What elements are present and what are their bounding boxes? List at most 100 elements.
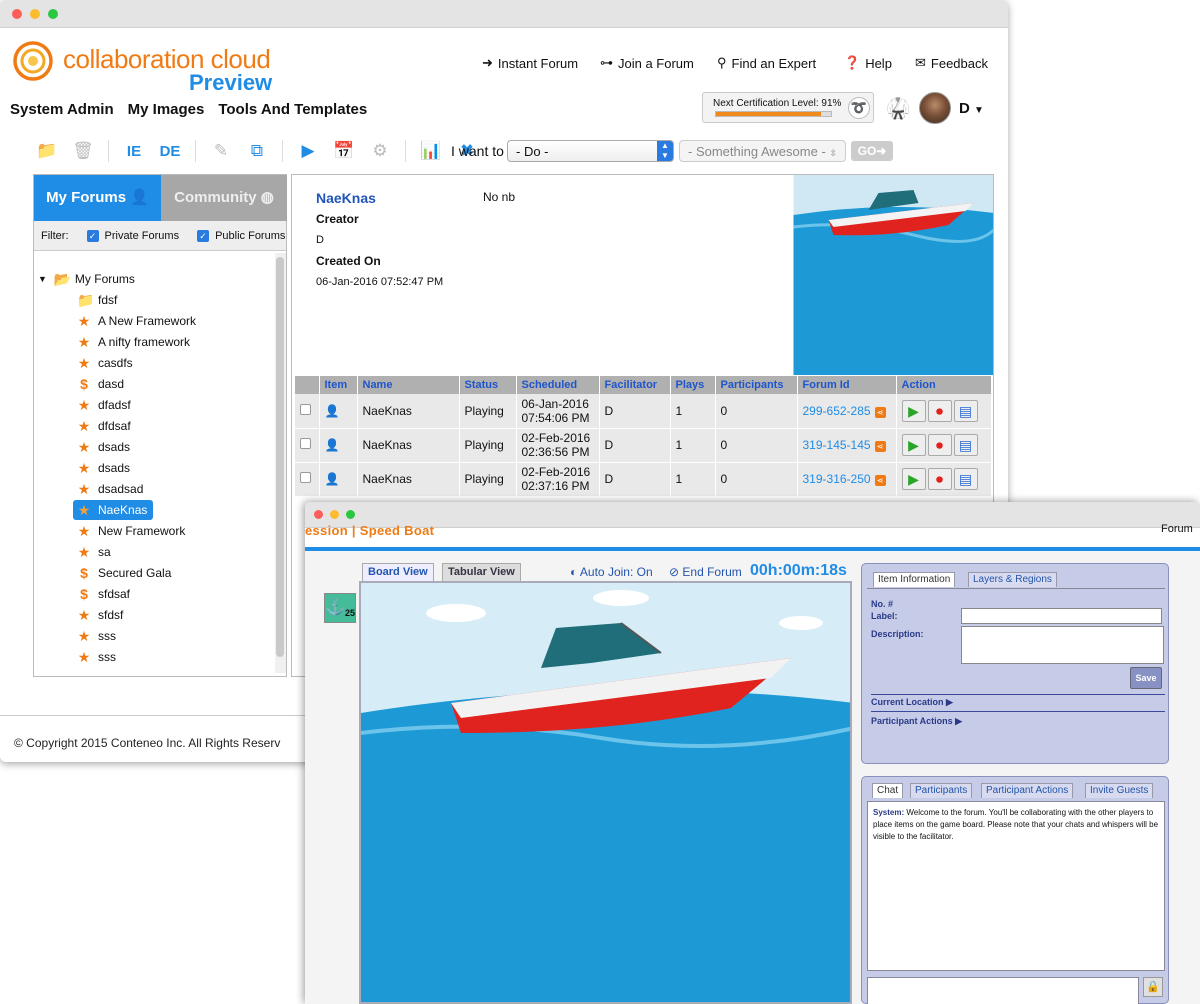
go-button[interactable]: GO➜	[851, 141, 893, 161]
schedule-icon[interactable]: ⚙	[369, 141, 391, 161]
forum-title[interactable]: NaeKnas	[316, 190, 376, 206]
tree-item[interactable]: 📁 fdsf	[77, 290, 117, 310]
stop-button[interactable]: ⏺	[927, 468, 952, 490]
nav-my-images[interactable]: My Images	[128, 101, 205, 118]
row-forum-id[interactable]: 319-145-145	[803, 438, 871, 452]
play-button[interactable]: ▶	[901, 468, 926, 490]
row-forum-id[interactable]: 299-652-285	[803, 404, 871, 418]
tree-item[interactable]: ★ New Framework	[77, 521, 186, 541]
tab-tabular-view[interactable]: Tabular View	[442, 563, 521, 581]
de-icon[interactable]: DE	[159, 143, 181, 160]
tab-chat[interactable]: Chat	[872, 783, 904, 798]
tree-item[interactable]: ★ A nifty framework	[77, 332, 190, 352]
minimize-window-button[interactable]	[330, 510, 339, 519]
col-scheduled[interactable]: Scheduled	[516, 376, 600, 394]
tab-invite-guests[interactable]: Invite Guests	[1085, 783, 1154, 798]
something-select[interactable]: - Something Awesome - ⇳	[679, 140, 846, 162]
tab-board-view[interactable]: Board View	[362, 563, 434, 581]
feedback-link[interactable]: ✉ Feedback	[915, 55, 988, 71]
nav-system-admin[interactable]: System Admin	[10, 101, 114, 118]
anchor-item-button[interactable]: ⚓25	[324, 593, 356, 623]
tree-item[interactable]: ★ A New Framework	[77, 311, 196, 331]
bar-chart-icon[interactable]: 📊	[420, 141, 442, 161]
chat-input[interactable]	[867, 977, 1139, 1004]
table-row[interactable]: 👤 NaeKnas Playing 06-Jan-2016 07:54:06 PM D 1 0…	[295, 394, 992, 429]
tab-community[interactable]: Community ◍	[161, 175, 287, 221]
play-icon[interactable]: ▶	[297, 141, 319, 161]
col-action[interactable]: Action	[896, 376, 992, 394]
share-icon[interactable]: ⋖	[874, 406, 886, 418]
pencil-icon[interactable]: ✎	[210, 141, 232, 161]
tab-participant-actions[interactable]: Participant Actions	[981, 783, 1074, 798]
col-status[interactable]: Status	[459, 376, 517, 394]
tree-item[interactable]: ★ sss	[77, 626, 116, 646]
board-button[interactable]: ▤	[953, 468, 978, 490]
tree-item[interactable]: $ Secured Gala	[77, 563, 171, 583]
join-forum-link[interactable]: ⊶ Join a Forum	[600, 55, 694, 71]
close-window-button[interactable]	[314, 510, 323, 519]
public-forums-checkbox[interactable]: ✓	[197, 229, 210, 242]
tab-my-forums[interactable]: My Forums 👤	[34, 175, 161, 221]
tree-item[interactable]: ★ sss	[77, 647, 116, 667]
stop-button[interactable]: ⏺	[927, 434, 952, 456]
certification-widget[interactable]: Next Certification Level: 91% ➰	[702, 92, 874, 123]
private-forums-checkbox[interactable]: ✓	[86, 229, 99, 242]
user-menu[interactable]: D ▼	[959, 100, 984, 117]
close-window-button[interactable]	[12, 9, 22, 19]
nav-tools-templates[interactable]: Tools And Templates	[218, 101, 367, 118]
help-link[interactable]: ❓ Help	[844, 55, 892, 71]
avatar[interactable]	[919, 92, 951, 124]
tree-item[interactable]: ★ sa	[77, 542, 111, 562]
col-forum-id[interactable]: Forum Id	[797, 376, 897, 394]
tab-layers-regions[interactable]: Layers & Regions	[968, 572, 1057, 587]
tree-item[interactable]: ★ sfdsf	[77, 605, 124, 625]
maximize-window-button[interactable]	[48, 9, 58, 19]
stop-button[interactable]: ⏺	[927, 399, 952, 422]
share-icon[interactable]: ⋖	[874, 441, 886, 452]
lock-icon[interactable]: 🔒	[1143, 977, 1163, 997]
play-button[interactable]: ▶	[901, 434, 926, 456]
calendar-icon[interactable]: 📅	[333, 141, 355, 161]
board-button[interactable]: ▤	[953, 434, 978, 456]
tree-item[interactable]: $ dasd	[77, 374, 124, 394]
tree-item[interactable]: ★ casdfs	[77, 353, 133, 373]
tree-root[interactable]: ▼ 📂 My Forums	[38, 269, 135, 289]
table-row[interactable]: 👤 NaeKnas Playing 02-Feb-2016 02:37:16 PM D 1 0…	[295, 462, 992, 497]
current-location-toggle[interactable]: Current Location ▶	[871, 697, 953, 708]
tree-item[interactable]: ★ NaeKnas	[73, 500, 154, 520]
board-button[interactable]: ▤	[953, 399, 978, 422]
find-expert-link[interactable]: ⚲ Find an Expert	[717, 55, 816, 71]
do-select[interactable]: - Do - ▲ ▼	[507, 140, 674, 162]
tab-participants[interactable]: Participants	[910, 783, 973, 798]
tree-item[interactable]: ★ dsads	[77, 458, 130, 478]
play-button[interactable]: ▶	[901, 399, 926, 422]
forum-menu-label[interactable]: Forum	[1161, 523, 1193, 535]
item-label-input[interactable]	[961, 608, 1162, 624]
row-checkbox[interactable]	[300, 403, 311, 415]
tree-item[interactable]: ★ dsadsad	[77, 479, 144, 499]
tree-item[interactable]: $ sfdsaf	[77, 584, 130, 604]
tree-scrollbar[interactable]	[275, 253, 286, 673]
save-button[interactable]: Save	[1130, 667, 1162, 689]
participant-actions-toggle[interactable]: Participant Actions ▶	[871, 716, 962, 727]
copy-icon[interactable]: ⧉	[246, 141, 268, 161]
trash-icon[interactable]: 🗑	[72, 141, 94, 161]
maximize-window-button[interactable]	[346, 510, 355, 519]
auto-join-toggle[interactable]: ◐ Auto Join: On	[570, 565, 653, 579]
row-checkbox[interactable]	[300, 472, 311, 483]
tree-item[interactable]: ★ dfadsf	[77, 395, 131, 415]
col-facilitator[interactable]: Facilitator	[599, 376, 671, 394]
row-forum-id[interactable]: 319-316-250	[803, 472, 871, 486]
col-item[interactable]: Item	[319, 376, 358, 394]
share-icon[interactable]: ⋖	[874, 475, 886, 486]
description-textarea[interactable]	[961, 626, 1164, 664]
col-participants[interactable]: Participants	[715, 376, 798, 394]
table-row[interactable]: 👤 NaeKnas Playing 02-Feb-2016 02:36:56 PM D 1 0…	[295, 428, 992, 463]
row-checkbox[interactable]	[300, 438, 311, 449]
tab-item-information[interactable]: Item Information	[873, 572, 956, 587]
col-name[interactable]: Name	[357, 376, 460, 394]
minimize-window-button[interactable]	[30, 9, 40, 19]
instant-forum-link[interactable]: ➜ Instant Forum	[482, 55, 578, 71]
import-export-icon[interactable]: IE	[123, 143, 145, 160]
tree-item[interactable]: ★ dfdsaf	[77, 416, 131, 436]
